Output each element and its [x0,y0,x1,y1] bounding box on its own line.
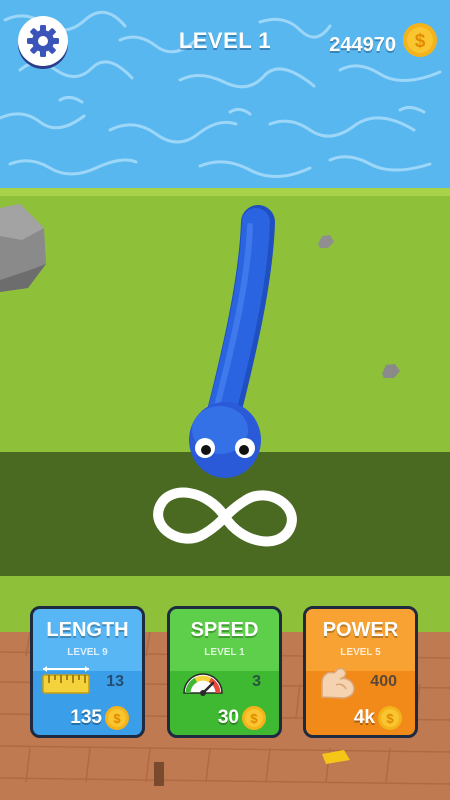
upgrade-power-card[interactable]: POWER LEVEL 5 400 4k $ [303,606,418,738]
snake [189,205,275,478]
coin-count: 244970 [329,34,396,56]
speedometer-icon [183,673,223,696]
top-bar: LEVEL 1 244970 $ [0,0,450,80]
svg-text:$: $ [113,711,121,726]
dollar-coin-icon: $ [378,706,402,730]
flexed-arm-icon [321,667,355,699]
dollar-coin-icon: $ [242,706,266,730]
svg-text:$: $ [250,711,258,726]
upgrade-value: 3 [252,673,261,690]
small-rock [318,235,334,248]
upgrade-level: LEVEL 9 [67,647,108,658]
upgrade-title: POWER [322,619,399,641]
upgrade-value: 13 [106,673,124,690]
upgrade-level: LEVEL 5 [340,647,381,658]
game-scene[interactable]: LEVEL 1 244970 $ LENGTH LEVEL 9 13 135 $… [0,0,450,800]
dollar-coin-icon: $ [403,23,437,57]
upgrade-level: LEVEL 1 [204,647,245,658]
grass-edge [0,188,450,196]
upgrade-price: 30 [217,707,239,728]
ruler-icon [42,666,90,694]
svg-text:$: $ [415,31,426,52]
upgrade-title: LENGTH [46,619,129,641]
svg-text:$: $ [386,711,394,726]
upgrade-panel: LENGTH LEVEL 9 13 135 $ SPEED LEVEL 1 3 … [0,606,450,742]
upgrade-value: 400 [370,673,397,690]
small-rock [382,364,400,378]
upgrade-price: 135 [70,707,102,728]
infinity-icon [153,487,297,547]
upgrade-speed-card[interactable]: SPEED LEVEL 1 3 30 $ [167,606,282,738]
boulder [0,204,46,292]
upgrade-title: SPEED [190,619,259,641]
upgrade-price: 4k [353,707,375,728]
upgrade-length-card[interactable]: LENGTH LEVEL 9 13 135 $ [30,606,145,738]
dollar-coin-icon: $ [105,706,129,730]
